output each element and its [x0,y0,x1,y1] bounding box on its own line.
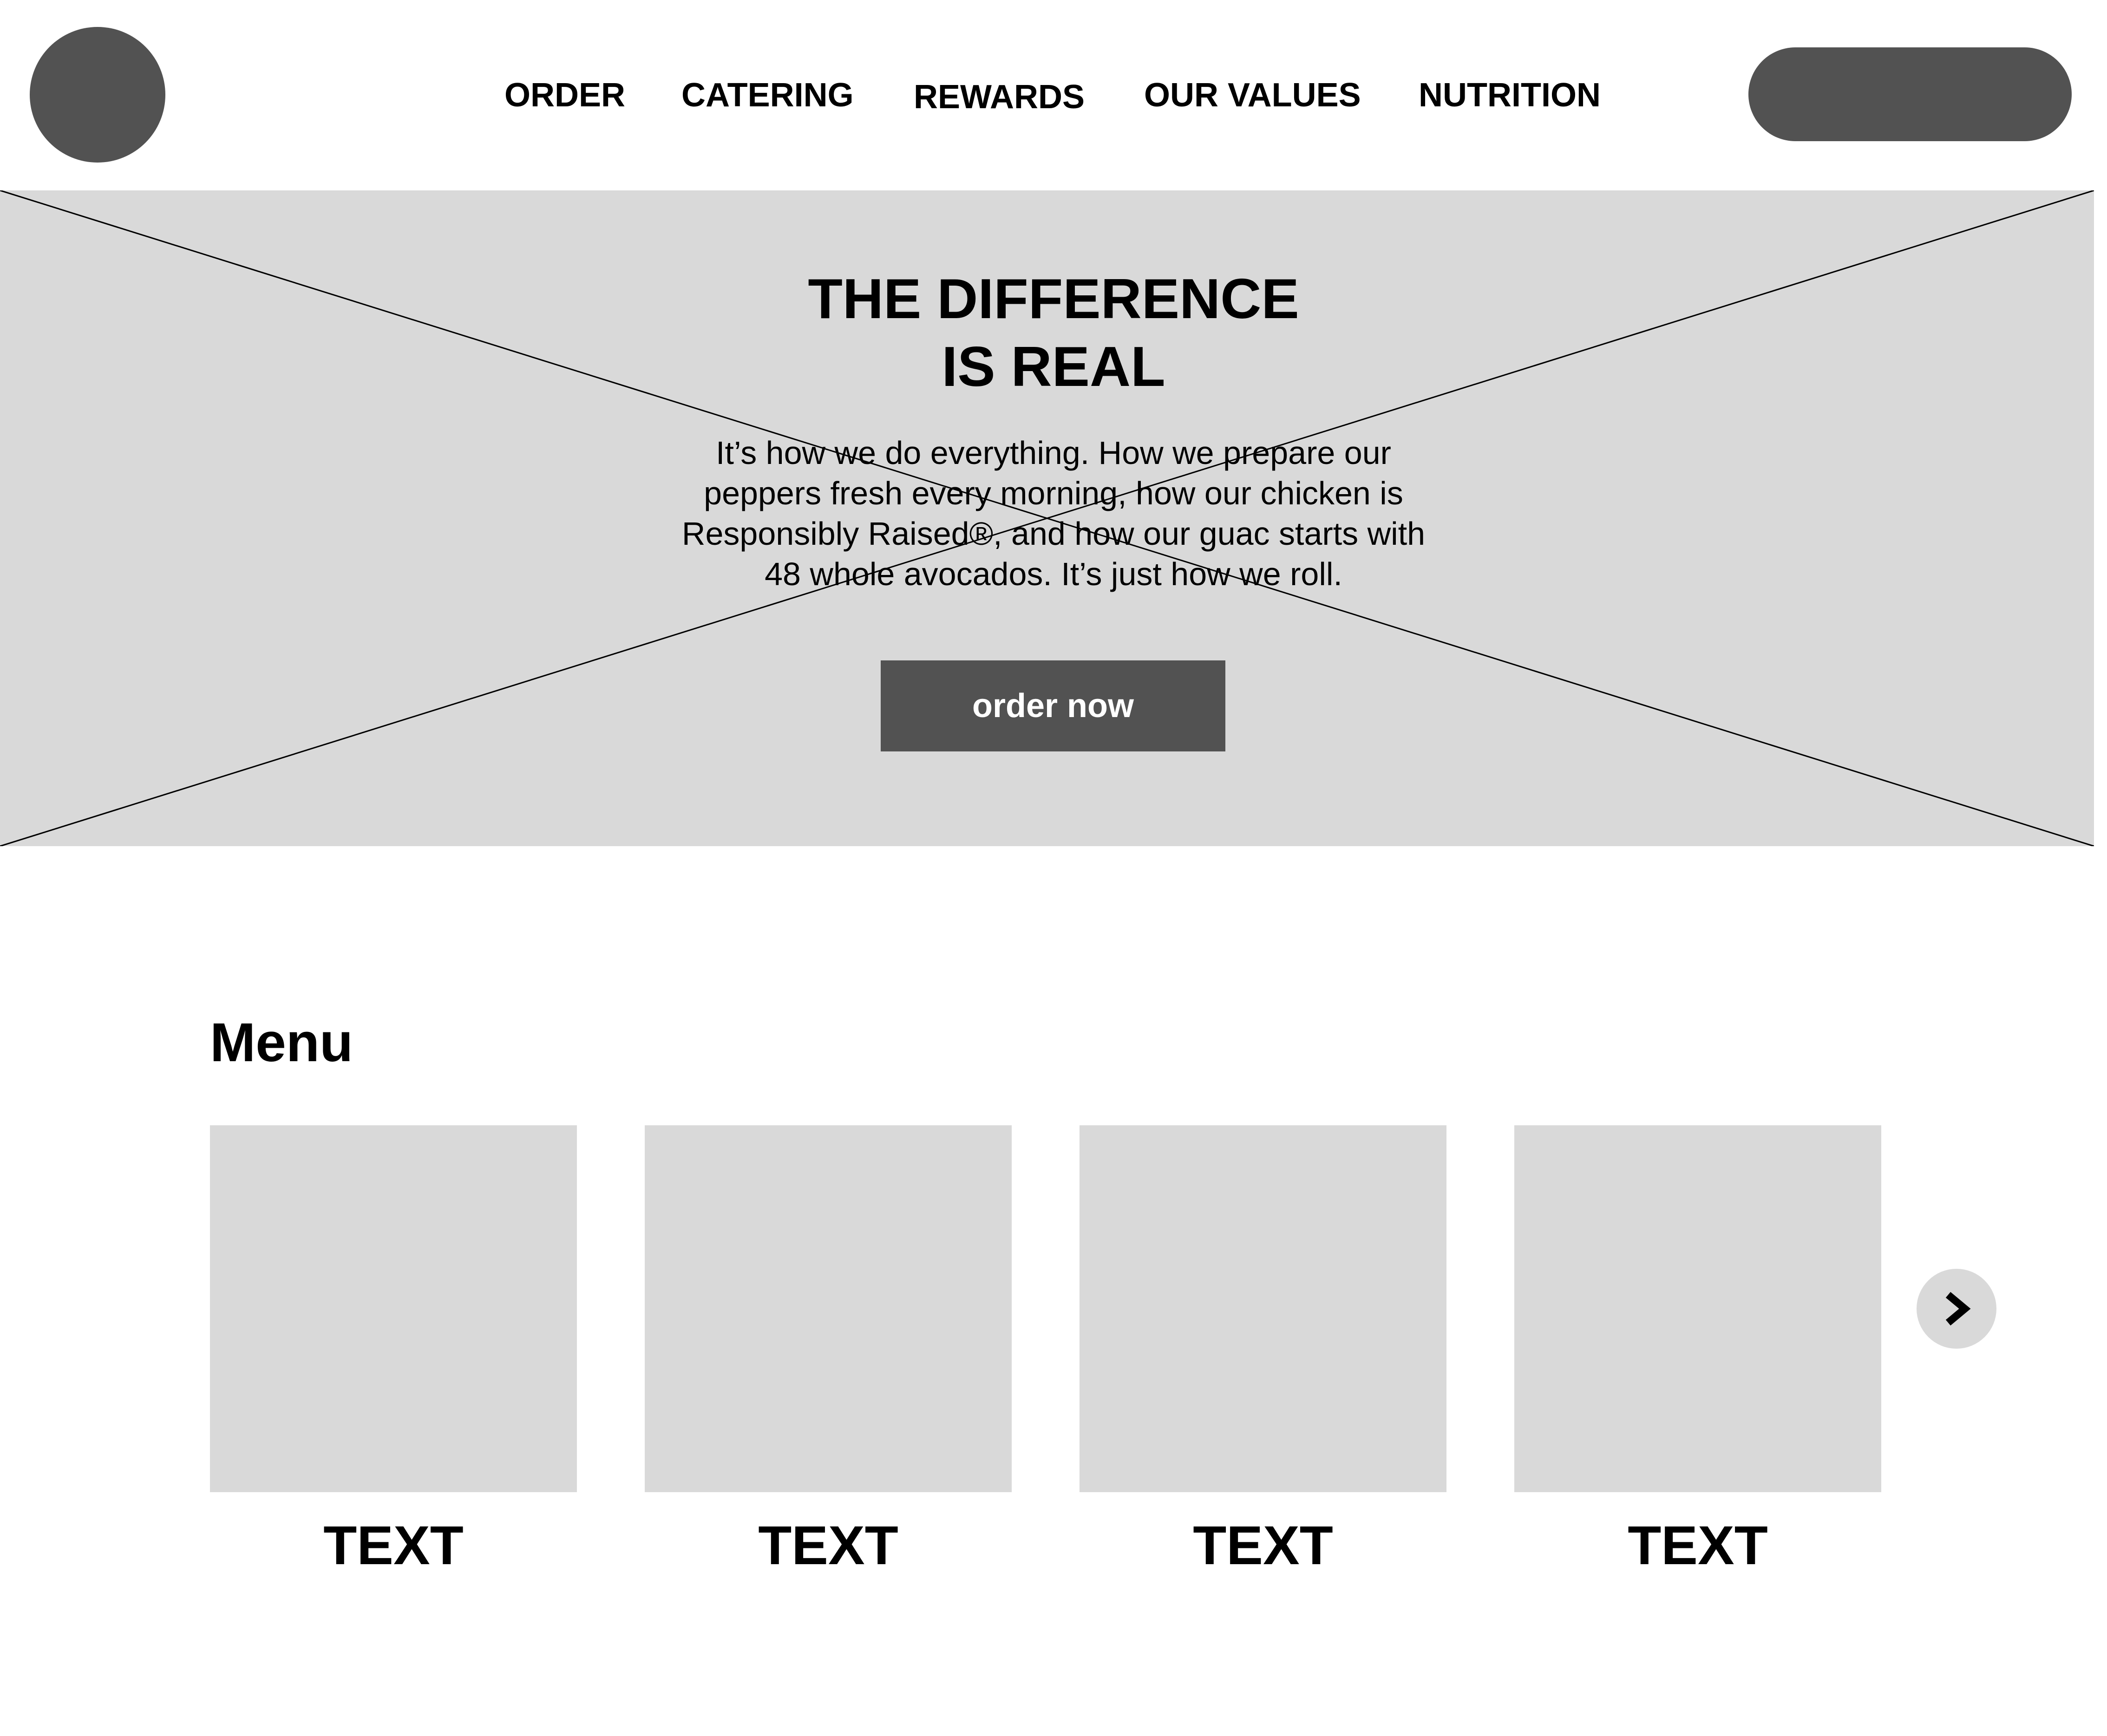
menu-item-label: TEXT [1193,1515,1333,1576]
nav-item-order[interactable]: ORDER [504,72,625,118]
menu-next-button[interactable] [1917,1269,1996,1349]
nav-item-our-values[interactable]: OUR VALUES [1144,72,1361,118]
menu-item-card[interactable]: TEXT [1514,1125,1881,1576]
menu-item-image [210,1125,577,1492]
menu-item-label: TEXT [323,1515,464,1576]
menu-item-card[interactable]: TEXT [1080,1125,1446,1576]
nav-item-rewards[interactable]: REWARDS [914,74,1085,120]
hero-title-line: THE DIFFERENCE [808,267,1299,330]
hero-title-line: IS REAL [942,335,1165,398]
menu-item-image [1514,1125,1881,1492]
hero-description-line: It’s how we do everything. How we prepar… [716,435,1391,471]
chevron-right-icon [1945,1292,1971,1326]
hero-title: THE DIFFERENCE IS REAL [0,265,2107,400]
header-action-button[interactable] [1748,47,2072,141]
hero-description-line: Responsibly Raised®, and how our guac st… [681,516,1426,552]
menu-item-card[interactable]: TEXT [645,1125,1012,1576]
hero-description: It’s how we do everything. How we prepar… [612,433,1495,594]
menu-item-image [1080,1125,1446,1492]
nav-item-nutrition[interactable]: NUTRITION [1419,72,1601,118]
menu-heading: Menu [210,1012,353,1073]
menu-item-label: TEXT [758,1515,898,1576]
order-now-button[interactable]: order now [881,660,1225,751]
hero-banner: THE DIFFERENCE IS REAL It’s how we do ev… [0,190,2094,846]
menu-item-card[interactable]: TEXT [210,1125,577,1576]
hero-description-line: peppers fresh every morning, how our chi… [704,475,1403,511]
nav-item-catering[interactable]: CATERING [681,72,854,118]
menu-item-label: TEXT [1628,1515,1768,1576]
menu-item-image [645,1125,1012,1492]
hero-description-line: 48 whole avocados. It’s just how we roll… [765,556,1342,592]
